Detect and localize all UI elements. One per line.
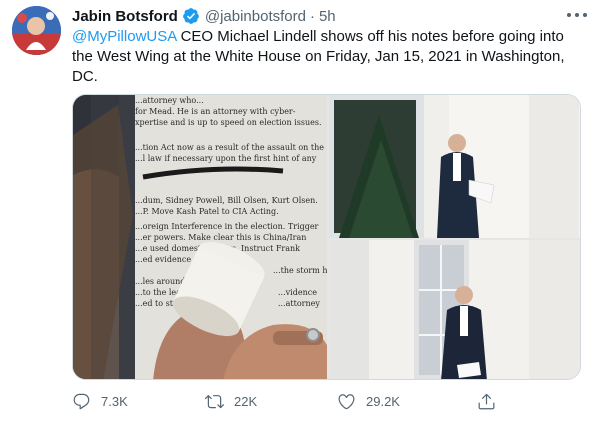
reply-icon [73,393,90,409]
note-line: ...attorney who... [135,96,204,105]
tweet: Jabin Botsford @jabinbotsford · 5h @MyPi… [0,0,603,428]
reply-count: 7.3K [101,393,128,409]
mention-link[interactable]: @MyPillowUSA [72,28,176,45]
tweet-actions: 7.3K 22K 29.2K [72,388,502,414]
note-line: for Mead. He is an attorney with cyber- [135,107,296,116]
note-line: ...the storm head [273,266,327,275]
note-line: ...dum, Sidney Powell, Bill Olsen, Kurt … [135,196,318,205]
author-handle[interactable]: @jabinbotsford [205,8,306,25]
timestamp[interactable]: 5h [319,8,336,25]
share-icon [478,393,495,409]
note-line: xpertise and is up to speed on election … [135,118,322,127]
avatar[interactable] [12,6,61,55]
retweet-button[interactable]: 22K [205,388,257,414]
note-line: ...les around [135,277,185,286]
separator-dot: · [309,7,315,25]
photo-notes[interactable]: ...attorney who... for Mead. He is an at… [73,95,327,380]
like-button[interactable]: 29.2K [337,388,400,414]
share-button[interactable] [477,388,506,414]
note-line: ...er powers. Make clear this is China/I… [135,233,306,242]
note-line: ...oreign Interference in the election. … [135,222,319,231]
verified-badge-icon [182,7,200,25]
tweet-text: @MyPillowUSA CEO Michael Lindell shows o… [72,27,587,87]
like-count: 29.2K [366,393,400,409]
more-options-icon[interactable] [567,8,587,22]
note-line: ...l law if necessary upon the first hin… [135,154,317,163]
note-line: ...vidence [278,288,317,297]
note-line: ...P. Move Kash Patel to CIA Acting. [135,207,279,216]
retweet-icon [205,394,224,408]
author-name[interactable]: Jabin Botsford [72,8,178,25]
note-line: ...tion Act now as a result of the assau… [135,143,324,152]
photo-walking[interactable] [329,95,581,238]
note-line: ...attorney [278,299,320,308]
photo-standing[interactable] [329,240,581,380]
tweet-header: Jabin Botsford @jabinbotsford · 5h [72,6,336,26]
media-grid: ...attorney who... for Mead. He is an at… [72,94,581,380]
reply-button[interactable]: 7.3K [72,388,128,414]
heart-icon [338,393,355,409]
retweet-count: 22K [234,393,258,409]
